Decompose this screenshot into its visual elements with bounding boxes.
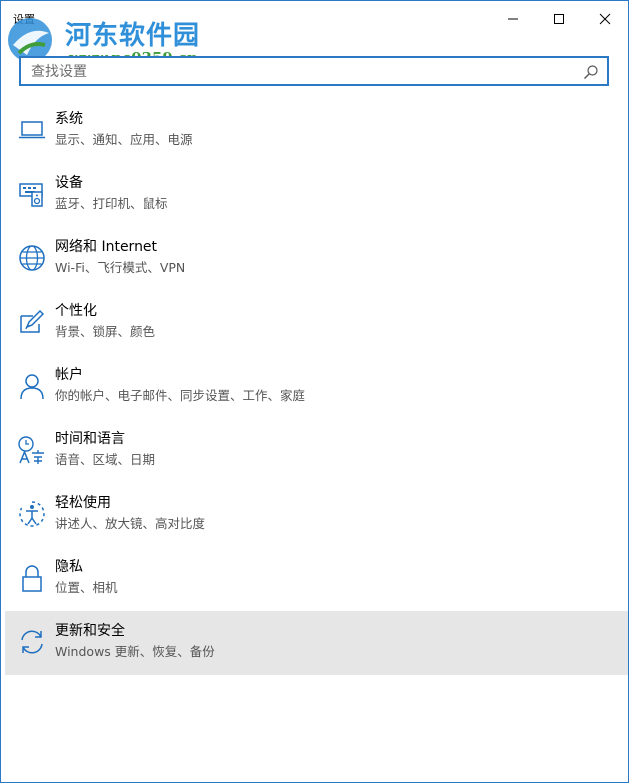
minimize-icon: [508, 18, 518, 20]
title-bar: 设置 河东软件园 www.pc0359.cn: [1, 1, 628, 67]
category-subtitle: Windows 更新、恢复、备份: [55, 644, 215, 659]
category-time-language[interactable]: 时间和语言 语音、区域、日期: [5, 419, 628, 483]
ease-of-access-icon: [17, 499, 47, 529]
category-privacy[interactable]: 隐私 位置、相机: [5, 547, 628, 611]
category-title: 设备: [55, 175, 83, 191]
settings-window: 设置 河东软件园 www.pc0359.cn: [0, 0, 629, 783]
category-ease-of-access[interactable]: 轻松使用 讲述人、放大镜、高对比度: [5, 483, 628, 547]
category-title: 隐私: [55, 559, 83, 575]
category-title: 网络和 Internet: [55, 239, 158, 255]
maximize-button[interactable]: [536, 1, 582, 37]
category-personalization[interactable]: 个性化 背景、锁屏、颜色: [5, 291, 628, 355]
category-title: 个性化: [55, 303, 97, 319]
maximize-icon: [554, 14, 564, 24]
category-title: 帐户: [55, 367, 83, 383]
category-subtitle: 语音、区域、日期: [55, 452, 156, 467]
time-language-icon: [17, 435, 47, 465]
devices-icon: [17, 179, 47, 209]
category-subtitle: 讲述人、放大镜、高对比度: [55, 516, 206, 531]
category-title: 轻松使用: [55, 495, 111, 511]
search-input[interactable]: [29, 61, 573, 83]
lock-icon: [17, 563, 47, 593]
search-box[interactable]: [19, 56, 609, 86]
category-subtitle: 显示、通知、应用、电源: [55, 132, 193, 147]
person-icon: [17, 371, 47, 401]
category-title: 更新和安全: [55, 623, 125, 639]
category-subtitle: 你的帐户、电子邮件、同步设置、工作、家庭: [55, 388, 306, 403]
close-button[interactable]: [582, 1, 628, 37]
category-subtitle: Wi-Fi、飞行模式、VPN: [55, 260, 186, 275]
category-subtitle: 蓝牙、打印机、鼠标: [55, 196, 168, 211]
personalization-icon: [17, 307, 47, 337]
category-network[interactable]: 网络和 Internet Wi-Fi、飞行模式、VPN: [5, 227, 628, 291]
category-subtitle: 位置、相机: [55, 580, 118, 595]
sync-icon: [17, 627, 47, 657]
minimize-button[interactable]: [490, 1, 536, 37]
category-subtitle: 背景、锁屏、颜色: [55, 324, 156, 339]
category-update-security[interactable]: 更新和安全 Windows 更新、恢复、备份: [5, 611, 628, 675]
watermark-name: 河东软件园: [65, 21, 201, 51]
category-system[interactable]: 系统 显示、通知、应用、电源: [5, 99, 628, 163]
laptop-icon: [17, 115, 47, 145]
category-title: 系统: [55, 111, 83, 127]
category-title: 时间和语言: [55, 431, 125, 447]
category-accounts[interactable]: 帐户 你的帐户、电子邮件、同步设置、工作、家庭: [5, 355, 628, 419]
globe-icon: [17, 243, 47, 273]
category-devices[interactable]: 设备 蓝牙、打印机、鼠标: [5, 163, 628, 227]
close-icon: [599, 13, 611, 25]
search-icon[interactable]: [583, 64, 599, 80]
